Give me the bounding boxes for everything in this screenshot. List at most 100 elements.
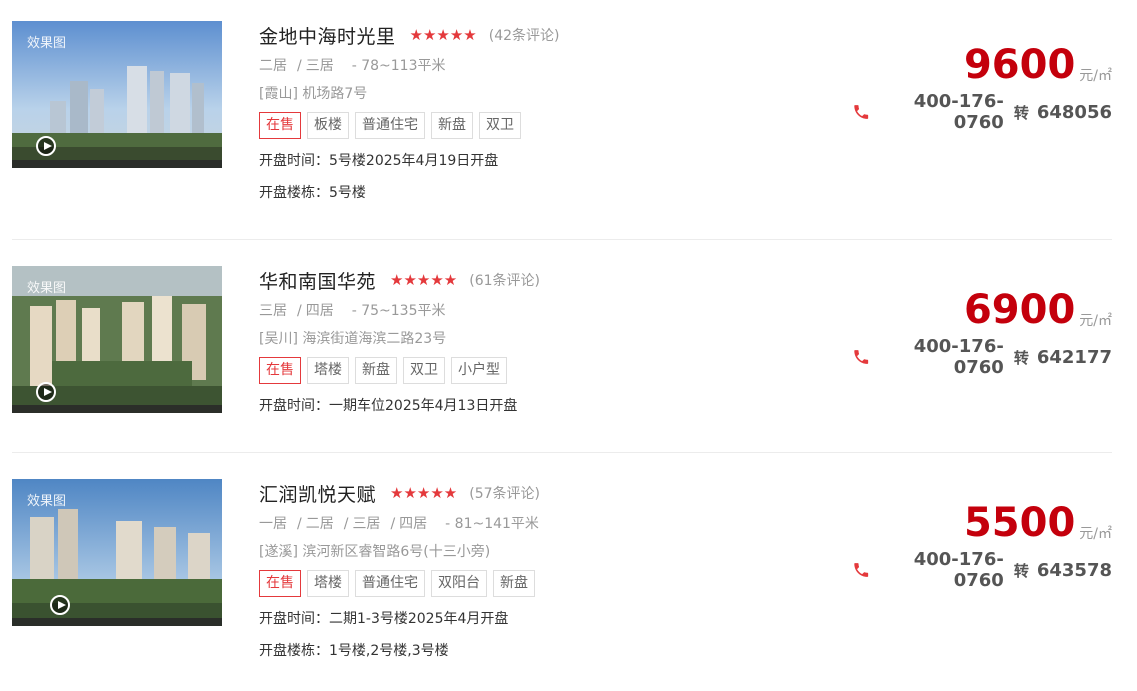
tag: 双卫 — [403, 357, 445, 384]
review-count-link[interactable]: (42条评论) — [489, 25, 560, 45]
tag: 小户型 — [451, 357, 507, 384]
listing-card[interactable]: 效果图 汇润凯悦天赋 ★★★★★ (57条评论) 一居 / 二居 / 三居 / 四居 - 81… — [12, 479, 1112, 691]
tag: 新盘 — [431, 112, 473, 139]
room-types: 三居 / 四居 - 75~135平米 — [259, 303, 446, 319]
tag: 双卫 — [479, 112, 521, 139]
image-footer-strip — [12, 160, 222, 168]
effect-image-label: 效果图 — [27, 281, 67, 296]
price: 9600 — [963, 42, 1076, 88]
room-type: 一居 — [259, 516, 287, 532]
price: 6900 — [963, 287, 1076, 333]
price: 5500 — [963, 500, 1076, 546]
listing-image[interactable]: 效果图 — [12, 479, 222, 626]
play-icon[interactable] — [36, 136, 56, 156]
phone-row[interactable]: 400-176-0760 转 648056 — [852, 91, 1112, 133]
tag: 塔楼 — [307, 357, 349, 384]
title-row: 汇润凯悦天赋 ★★★★★ (57条评论) — [259, 479, 819, 507]
opening-buildings: 开盘楼栋：1号楼,2号楼,3号楼 — [259, 641, 819, 661]
phone-row[interactable]: 400-176-0760 转 642177 — [852, 336, 1112, 378]
area-range: - 78~113平米 — [351, 58, 446, 74]
extension-number: 642177 — [1036, 346, 1112, 368]
room-types: 一居 / 二居 / 三居 / 四居 - 81~141平米 — [259, 516, 539, 532]
image-footer-strip — [12, 405, 222, 413]
image-footer-strip — [12, 618, 222, 626]
tag: 普通住宅 — [355, 112, 425, 139]
listing-title[interactable]: 华和南国华苑 — [259, 267, 376, 294]
meta-value: 一期车位2025年4月13日开盘 — [329, 398, 518, 414]
listing-card[interactable]: 效果图 金地中海时光里 ★★★★★ (42条评论) 二居 / 三居 - 78~113平… — [12, 21, 1112, 240]
price-box: 6900 元/㎡ 400-176-0760 转 642177 — [852, 288, 1112, 378]
status-tag: 在售 — [259, 357, 301, 384]
room-type: 二居 — [305, 516, 334, 532]
tag: 普通住宅 — [355, 570, 425, 597]
price-unit: 元/㎡ — [1079, 313, 1112, 329]
district: [霞山] — [259, 86, 298, 102]
address: [吴川] 海滨街道海滨二路23号 — [259, 328, 819, 350]
star-rating-icon: ★★★★★ — [390, 271, 458, 289]
meta-label: 开盘时间： — [259, 398, 329, 414]
price-box: 5500 元/㎡ 400-176-0760 转 643578 — [852, 501, 1112, 591]
tag: 塔楼 — [307, 570, 349, 597]
area-range: - 75~135平米 — [351, 303, 446, 319]
extension-number: 643578 — [1036, 559, 1112, 581]
meta-label: 开盘时间： — [259, 153, 329, 169]
tag-list: 在售 塔楼 新盘 双卫 小户型 — [259, 357, 819, 384]
address: [霞山] 机场路7号 — [259, 83, 819, 105]
listing-image[interactable]: 效果图 — [12, 266, 222, 413]
phone-row[interactable]: 400-176-0760 转 643578 — [852, 549, 1112, 591]
street: 机场路7号 — [302, 86, 368, 102]
meta-label: 开盘楼栋： — [259, 185, 329, 201]
title-row: 金地中海时光里 ★★★★★ (42条评论) — [259, 21, 819, 49]
price-unit: 元/㎡ — [1079, 526, 1112, 542]
phone-icon — [854, 563, 869, 577]
room-type: 二居 — [259, 58, 287, 74]
room-types: 二居 / 三居 - 78~113平米 — [259, 58, 446, 74]
listing-info: 华和南国华苑 ★★★★★ (61条评论) 三居 / 四居 - 75~135平米 [吴川… — [259, 266, 819, 416]
meta-value: 5号楼 — [329, 185, 366, 201]
star-rating-icon: ★★★★★ — [390, 484, 458, 502]
meta-value: 1号楼,2号楼,3号楼 — [329, 643, 449, 659]
listing-title[interactable]: 金地中海时光里 — [259, 22, 396, 49]
opening-time: 开盘时间：一期车位2025年4月13日开盘 — [259, 396, 819, 416]
price-unit: 元/㎡ — [1079, 68, 1112, 84]
status-tag: 在售 — [259, 112, 301, 139]
address: [遂溪] 滨河新区睿智路6号(十三小旁) — [259, 541, 819, 563]
listing-image[interactable]: 效果图 — [12, 21, 222, 168]
listing-card[interactable]: 效果图 华和南国华苑 ★★★★★ (61条评论) 三居 / 四居 - 75~135平米… — [12, 266, 1112, 453]
extension-number: 648056 — [1036, 101, 1112, 123]
listing-title[interactable]: 汇润凯悦天赋 — [259, 480, 376, 507]
opening-time: 开盘时间：二期1-3号楼2025年4月开盘 — [259, 609, 819, 629]
room-type: 四居 — [305, 303, 334, 319]
tag: 新盘 — [493, 570, 535, 597]
extension-label: 转 — [1013, 561, 1029, 580]
title-row: 华和南国华苑 ★★★★★ (61条评论) — [259, 266, 819, 294]
room-type: 三居 — [305, 58, 334, 74]
price-box: 9600 元/㎡ 400-176-0760 转 648056 — [852, 43, 1112, 133]
tag-list: 在售 塔楼 普通住宅 双阳台 新盘 — [259, 570, 819, 597]
room-type: 三居 — [352, 516, 381, 532]
meta-label: 开盘时间： — [259, 611, 329, 627]
street: 滨河新区睿智路6号(十三小旁) — [302, 544, 491, 560]
play-icon[interactable] — [50, 595, 70, 615]
district: [遂溪] — [259, 544, 298, 560]
meta-label: 开盘楼栋： — [259, 643, 329, 659]
room-type: 三居 — [259, 303, 287, 319]
phone-icon — [854, 105, 869, 119]
effect-image-label: 效果图 — [27, 36, 67, 51]
review-count-link[interactable]: (57条评论) — [469, 483, 540, 503]
phone-number: 400-176-0760 — [913, 91, 1004, 133]
review-count-link[interactable]: (61条评论) — [469, 270, 540, 290]
area-range: - 81~141平米 — [445, 516, 539, 532]
street: 海滨街道海滨二路23号 — [302, 331, 447, 347]
phone-icon — [854, 350, 869, 364]
extension-label: 转 — [1013, 103, 1029, 122]
extension-label: 转 — [1013, 348, 1029, 367]
status-tag: 在售 — [259, 570, 301, 597]
play-icon[interactable] — [36, 382, 56, 402]
tag: 板楼 — [307, 112, 349, 139]
tag: 新盘 — [355, 357, 397, 384]
phone-number: 400-176-0760 — [913, 549, 1004, 591]
meta-value: 二期1-3号楼2025年4月开盘 — [329, 611, 509, 627]
listing-info: 金地中海时光里 ★★★★★ (42条评论) 二居 / 三居 - 78~113平米 [霞… — [259, 21, 819, 203]
phone-number: 400-176-0760 — [913, 336, 1004, 378]
